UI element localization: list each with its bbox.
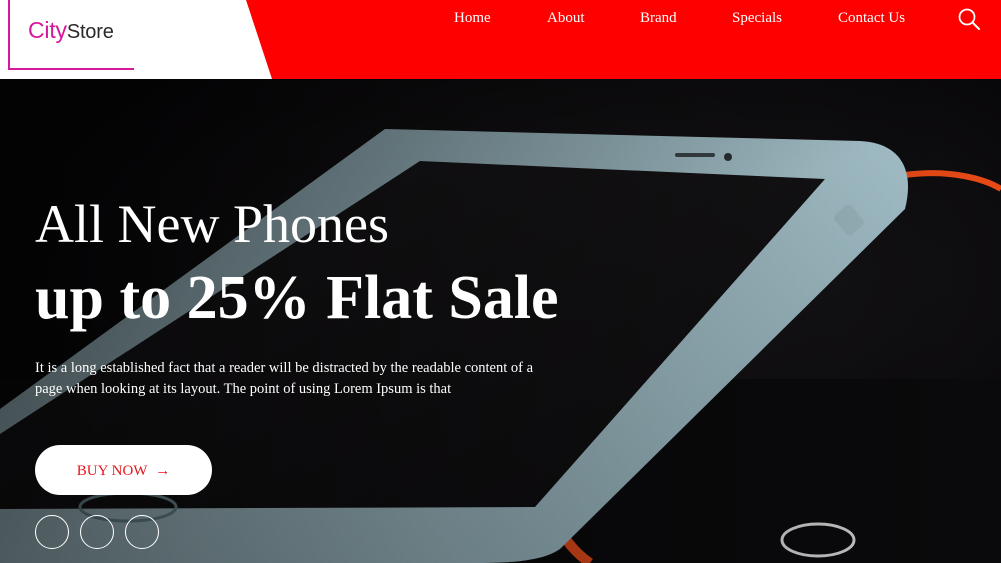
nav-contact-us[interactable]: Contact Us [838,10,905,27]
hero-banner: All New Phones up to 25% Flat Sale It is… [0,79,1001,563]
site-logo[interactable]: CityStore [28,17,114,44]
site-header: CityStore Home About Brand Specials Cont… [0,0,1001,79]
logo-city: City [28,17,67,43]
arrow-right-icon: → [155,463,171,479]
buy-now-label: BUY NOW [76,463,148,479]
search-icon[interactable] [958,8,980,30]
hero-description: It is a long established fact that a rea… [35,360,534,397]
hero-subtitle: up to 25% Flat Sale [35,264,559,332]
carousel-dot-2[interactable] [80,515,114,549]
nav-specials[interactable]: Specials [732,10,782,27]
logo-store: Store [66,21,114,43]
nav-home[interactable]: Home [454,10,491,27]
nav-brand[interactable]: Brand [640,10,677,27]
nav-about[interactable]: About [547,10,585,27]
carousel-dot-3[interactable] [125,515,159,549]
logo-panel: CityStore [0,0,272,79]
buy-now-button[interactable]: BUY NOW → [35,445,212,495]
carousel-dot-1[interactable] [35,515,69,549]
hero-title: All New Phones [35,194,389,254]
